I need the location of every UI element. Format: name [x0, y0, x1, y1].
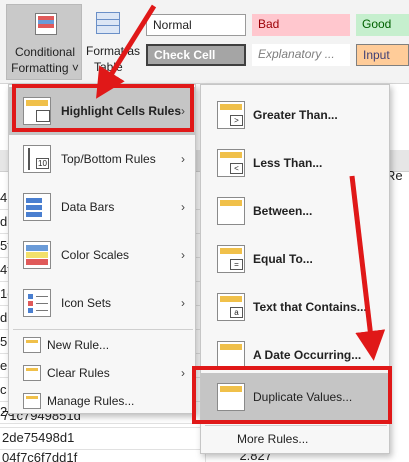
annotation-highlight-box: [12, 84, 194, 132]
menu-item-label: Icon Sets: [61, 296, 112, 310]
menu-item-label: Top/Bottom Rules: [61, 152, 156, 166]
ribbon: Conditional Formatting ˅ Format as Table…: [0, 0, 409, 84]
menu-item-new-rule[interactable]: New Rule...: [9, 331, 195, 359]
submenu-item-label: Less Than...: [253, 156, 323, 170]
calendar-icon: [217, 341, 245, 369]
submenu-arrow-icon: ›: [181, 366, 185, 380]
submenu-item-label: Greater Than...: [253, 108, 338, 122]
annotation-duplicate-box: [192, 366, 392, 424]
format-as-table-button[interactable]: Format as Table: [84, 4, 140, 80]
style-normal[interactable]: Normal: [146, 14, 246, 36]
style-input[interactable]: Input: [356, 44, 409, 66]
menu-item-top-bottom-rules[interactable]: Top/Bottom Rules ›: [9, 135, 195, 183]
icon-badge: >: [230, 115, 243, 126]
conditional-formatting-menu: Highlight Cells Rules › Top/Bottom Rules…: [8, 84, 196, 414]
menu-item-label: Color Scales: [61, 248, 130, 262]
style-good[interactable]: Good: [356, 14, 409, 36]
submenu-item-text-contains[interactable]: a Text that Contains...: [201, 283, 389, 331]
submenu-separator: [205, 425, 387, 426]
submenu-item-equal-to[interactable]: = Equal To...: [201, 235, 389, 283]
submenu-item-greater-than[interactable]: > Greater Than...: [201, 91, 389, 139]
icon-badge: a: [230, 307, 243, 318]
equal-to-icon: =: [217, 245, 245, 273]
menu-item-label: Manage Rules...: [47, 394, 135, 408]
format-as-table-label-line1: Format as: [86, 44, 141, 58]
submenu-arrow-icon: ›: [181, 296, 185, 310]
icon-sets-icon: [23, 289, 51, 317]
submenu-item-between[interactable]: Between...: [201, 187, 389, 235]
format-as-table-label-line2: Table: [94, 60, 123, 74]
sheet-cell[interactable]: 04f7c6f7dd1f: [0, 446, 200, 462]
submenu-item-label: Equal To...: [253, 252, 313, 266]
conditional-formatting-label-line1: Conditional: [14, 45, 76, 59]
submenu-arrow-icon: ›: [181, 200, 185, 214]
icon-badge: =: [230, 259, 243, 270]
greater-than-icon: >: [217, 101, 245, 129]
submenu-arrow-icon: ›: [181, 152, 185, 166]
style-bad[interactable]: Bad: [252, 14, 350, 36]
new-rule-icon: [23, 337, 41, 353]
submenu-item-label: Text that Contains...: [253, 300, 367, 314]
text-contains-icon: a: [217, 293, 245, 321]
manage-rules-icon: [23, 393, 41, 409]
clear-rules-icon: [23, 365, 41, 381]
less-than-icon: <: [217, 149, 245, 177]
menu-item-icon-sets[interactable]: Icon Sets ›: [9, 279, 195, 327]
data-bars-icon: [23, 193, 51, 221]
menu-item-clear-rules[interactable]: Clear Rules ›: [9, 359, 195, 387]
conditional-formatting-button[interactable]: Conditional Formatting ˅: [6, 4, 82, 80]
color-scales-icon: [23, 241, 51, 269]
menu-item-label: Data Bars: [61, 200, 115, 214]
menu-item-manage-rules[interactable]: Manage Rules...: [9, 387, 195, 415]
style-explanatory[interactable]: Explanatory ...: [252, 44, 350, 66]
submenu-item-less-than[interactable]: < Less Than...: [201, 139, 389, 187]
submenu-item-label: Between...: [253, 204, 313, 218]
conditional-formatting-label-line2: Formatting ˅: [11, 61, 79, 75]
between-icon: [217, 197, 245, 225]
style-check-cell[interactable]: Check Cell: [146, 44, 246, 66]
menu-item-label: Clear Rules: [47, 366, 110, 380]
conditional-formatting-icon: [35, 13, 57, 35]
icon-badge: <: [230, 163, 243, 174]
menu-item-label: New Rule...: [47, 338, 110, 352]
format-as-table-icon: [96, 12, 120, 34]
menu-separator: [13, 329, 193, 330]
menu-item-color-scales[interactable]: Color Scales ›: [9, 231, 195, 279]
top-bottom-icon: [23, 145, 51, 173]
menu-item-data-bars[interactable]: Data Bars ›: [9, 183, 195, 231]
submenu-arrow-icon: ›: [181, 248, 185, 262]
submenu-item-more-rules[interactable]: More Rules...: [237, 427, 308, 451]
